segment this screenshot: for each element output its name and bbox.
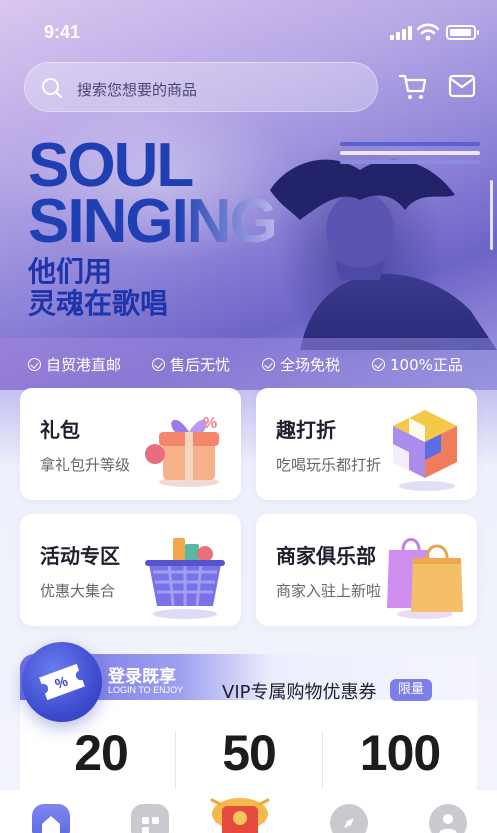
- hero-title: SOUL SINGING: [28, 131, 278, 256]
- category-icon[interactable]: [131, 804, 169, 833]
- search-bar[interactable]: 搜索您想要的商品: [24, 62, 378, 112]
- home-icon[interactable]: [32, 804, 70, 833]
- coupon-divider: [175, 732, 176, 788]
- coupon-divider: [322, 732, 323, 788]
- red-envelope-gift-icon[interactable]: [204, 792, 276, 833]
- search-icon: [42, 78, 62, 98]
- status-time: 9:41: [44, 22, 81, 42]
- check-icon: [372, 358, 385, 371]
- card-subtitle: 优惠大集合: [40, 582, 116, 600]
- login-to-enjoy-sublabel: LOGIN TO ENJOY: [108, 685, 184, 695]
- card-title: 礼包: [40, 418, 80, 442]
- svg-text:%: %: [203, 415, 217, 432]
- compass-icon[interactable]: [330, 804, 368, 833]
- hero-subtitle: 他们用 灵魂在歌唱: [28, 256, 168, 320]
- card-merchant-club[interactable]: 商家俱乐部 商家入驻上新啦: [256, 514, 477, 626]
- tag-after-sale: 售后无忧: [152, 354, 230, 375]
- service-tags: 自贸港直邮 售后无忧 全场免税 100%正品: [0, 338, 497, 390]
- singer-photo: [270, 159, 497, 350]
- check-icon: [28, 358, 41, 371]
- card-discount[interactable]: 趣打折 吃喝玩乐都打折: [256, 388, 477, 500]
- coupon-ticket-icon: %: [22, 642, 102, 722]
- compass-glyph: [344, 818, 354, 828]
- shopping-bags-icon: [387, 538, 463, 619]
- user-icon[interactable]: [429, 804, 467, 833]
- ticket-icon: %: [39, 663, 85, 701]
- cart-icon[interactable]: [398, 72, 428, 102]
- tag-direct-mail: 自贸港直邮: [28, 354, 121, 375]
- hero-subtitle-line2: 灵魂在歌唱: [28, 287, 169, 320]
- card-title: 趣打折: [276, 418, 336, 442]
- home-page: SOUL SINGING 他们用 灵魂在歌唱 9:41 搜索您想要的商品 自贸港…: [0, 0, 497, 833]
- card-title: 活动专区: [40, 544, 120, 568]
- search-input[interactable]: 搜索您想要的商品: [77, 79, 197, 100]
- hero-subtitle-line1: 他们用: [28, 255, 113, 288]
- status-bar: 9:41: [0, 0, 497, 60]
- login-to-enjoy-label[interactable]: 登录既享: [108, 662, 176, 687]
- message-icon[interactable]: [448, 74, 476, 98]
- shopping-basket-icon: [145, 538, 225, 619]
- decorative-stripes: [340, 142, 480, 164]
- cube-icon: [393, 410, 457, 491]
- card-subtitle: 商家入驻上新啦: [276, 582, 382, 600]
- tag-genuine: 100%正品: [372, 354, 463, 375]
- signal-icon: [390, 26, 412, 40]
- coupon-amount-100[interactable]: 100: [345, 724, 455, 782]
- check-icon: [262, 358, 275, 371]
- card-subtitle: 拿礼包升等级: [40, 456, 131, 474]
- user-glyph: [439, 814, 457, 833]
- gift-box-icon: %: [145, 415, 219, 487]
- tag-duty-free: 全场免税: [262, 354, 340, 375]
- battery-icon: [446, 25, 479, 40]
- card-gift[interactable]: 礼包 拿礼包升等级 %: [20, 388, 241, 500]
- coupon-amount-20[interactable]: 20: [52, 724, 150, 782]
- hero-title-line1: SOUL: [28, 131, 194, 200]
- scroll-indicator: [490, 180, 493, 250]
- coupon-title: VIP专属购物优惠券: [222, 682, 377, 703]
- card-title: 商家俱乐部: [276, 544, 376, 568]
- home-glyph: [42, 816, 60, 833]
- card-activity[interactable]: 活动专区 优惠大集合: [20, 514, 241, 626]
- check-icon: [152, 358, 165, 371]
- coupon-amount-50[interactable]: 50: [200, 724, 298, 782]
- hero-title-line2: SINGING: [28, 187, 278, 256]
- card-subtitle: 吃喝玩乐都打折: [276, 456, 382, 474]
- wifi-icon: [417, 23, 439, 41]
- limited-badge: 限量: [390, 679, 432, 701]
- grid-glyph: [142, 817, 159, 833]
